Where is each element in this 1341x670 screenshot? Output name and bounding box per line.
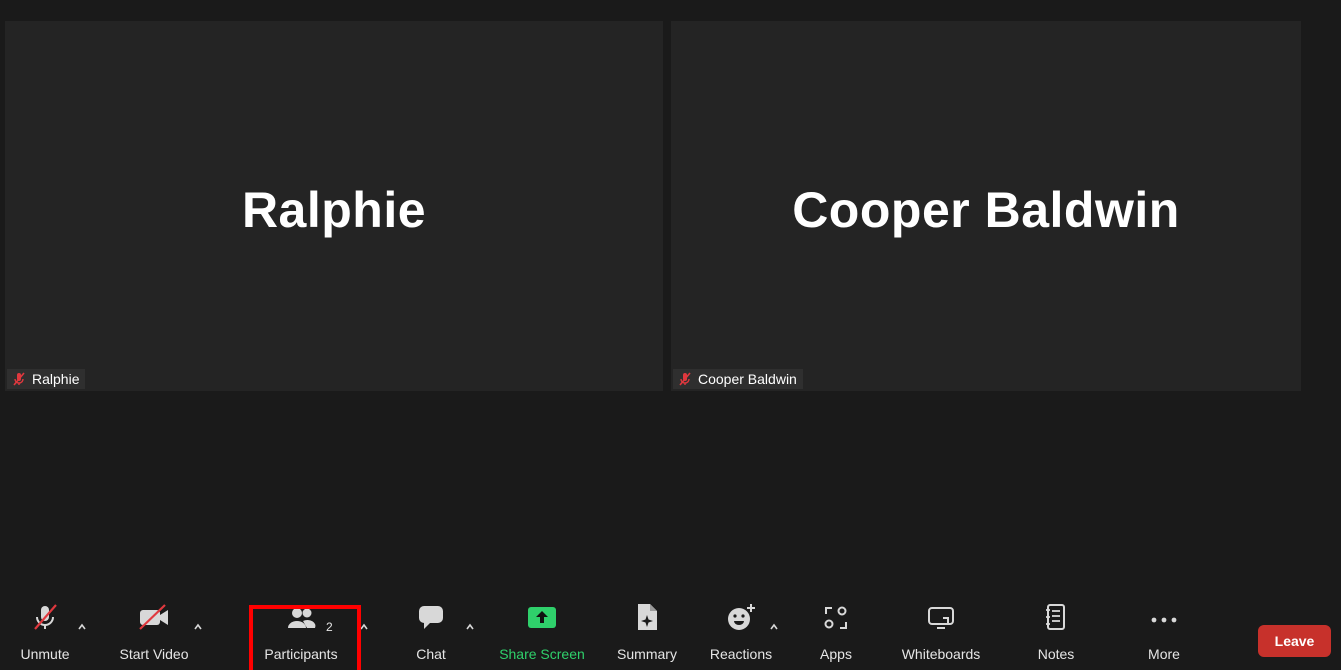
leave-button[interactable]: Leave [1258,625,1331,657]
participants-button[interactable]: 2 Participants [257,600,345,670]
participant-display-name: Ralphie [241,182,427,238]
notes-icon [1043,600,1069,634]
mic-muted-icon [677,371,693,387]
apps-icon [822,600,850,634]
summary-label: Summary [617,646,677,662]
participants-count-badge: 2 [326,620,333,634]
notes-label: Notes [1037,646,1075,662]
meeting-toolbar: Unmute Start Video 2 Participants Chat S… [0,600,1341,670]
unmute-button[interactable]: Unmute [15,600,75,670]
summary-icon [633,600,661,634]
mic-muted-icon [30,600,60,634]
audio-options-caret[interactable] [75,620,89,634]
notes-button[interactable]: Notes [1031,600,1081,670]
share-screen-button[interactable]: Share Screen [496,600,588,670]
video-options-caret[interactable] [191,620,205,634]
participant-name-label: Ralphie [7,369,86,389]
more-dots-icon [1149,600,1179,634]
share-screen-label: Share Screen [499,646,585,662]
reactions-label: Reactions [709,646,773,662]
participants-options-caret[interactable] [357,620,371,634]
participant-label-text: Ralphie [32,371,80,387]
more-button[interactable]: More [1139,600,1189,670]
unmute-label: Unmute [20,646,70,662]
whiteboards-label: Whiteboards [901,646,981,662]
chat-button[interactable]: Chat [406,600,456,670]
mic-muted-icon [11,371,27,387]
start-video-button[interactable]: Start Video [114,600,194,670]
share-screen-icon [527,600,557,634]
participant-label-text: Cooper Baldwin [698,371,797,387]
reactions-options-caret[interactable] [767,620,781,634]
chat-bubble-icon [416,600,446,634]
meeting-window: Ralphie Ralphie Cooper Baldwin Cooper Ba… [0,0,1341,670]
whiteboard-icon [926,600,956,634]
reactions-button[interactable]: Reactions [706,600,776,670]
participant-display-name: Cooper Baldwin [792,182,1180,238]
more-label: More [1148,646,1180,662]
start-video-label: Start Video [119,646,189,662]
video-tile-ralphie[interactable]: Ralphie Ralphie [5,21,663,391]
video-tile-cooper-baldwin[interactable]: Cooper Baldwin Cooper Baldwin [671,21,1301,391]
whiteboards-button[interactable]: Whiteboards [895,600,987,670]
chat-label: Chat [416,646,446,662]
chat-options-caret[interactable] [463,620,477,634]
participant-name-label: Cooper Baldwin [673,369,803,389]
reactions-icon [725,600,757,634]
participants-icon [285,600,317,634]
summary-button[interactable]: Summary [611,600,683,670]
participants-label: Participants [264,646,338,662]
apps-label: Apps [820,646,852,662]
video-off-icon [137,600,171,634]
apps-button[interactable]: Apps [811,600,861,670]
